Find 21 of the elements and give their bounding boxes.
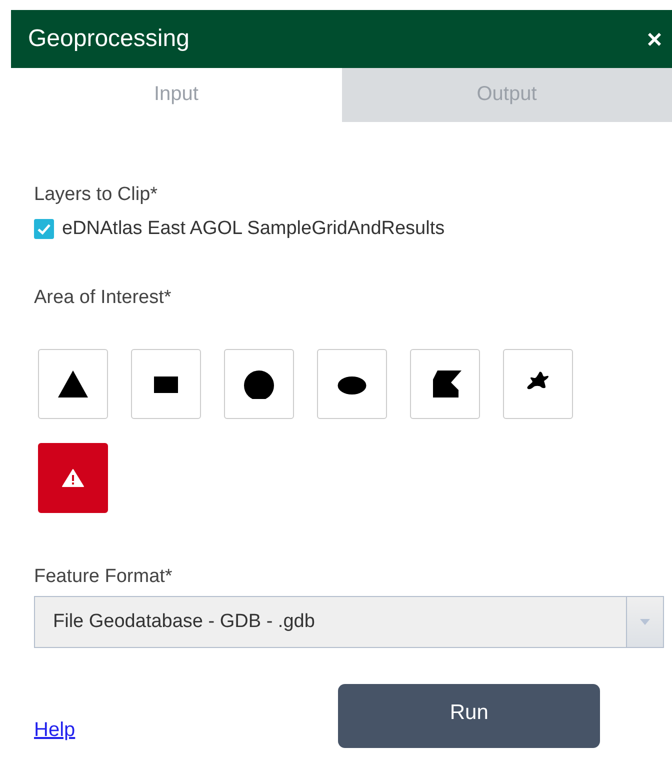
triangle-icon xyxy=(56,369,90,399)
checkbox-label: eDNAtlas East AGOL SampleGridAndResults xyxy=(62,218,445,240)
draw-tool-button[interactable] xyxy=(224,349,294,419)
run-button[interactable]: Run xyxy=(338,684,600,748)
window-title: Geoprocessing xyxy=(28,25,190,53)
field-label: Feature Format* xyxy=(34,566,172,588)
help-link[interactable]: Help xyxy=(34,719,76,742)
field-label: Area of Interest* xyxy=(34,287,172,309)
clear-button[interactable] xyxy=(38,443,108,513)
checkbox[interactable] xyxy=(34,219,54,239)
draw-tool-button[interactable] xyxy=(410,349,480,419)
caret-icon xyxy=(640,619,650,625)
checkmark-icon xyxy=(37,223,51,235)
close-button[interactable]: × xyxy=(644,24,664,54)
field-label: Layers to Clip* xyxy=(34,184,158,206)
draw-tool-button[interactable] xyxy=(317,349,387,419)
format-dropdown[interactable]: File Geodatabase - GDB - .gdb xyxy=(34,596,664,648)
draw-tool-button[interactable] xyxy=(503,349,573,419)
draw-tool-button[interactable] xyxy=(38,349,108,419)
draw-tool-button[interactable] xyxy=(131,349,201,419)
warning-icon xyxy=(62,469,84,487)
